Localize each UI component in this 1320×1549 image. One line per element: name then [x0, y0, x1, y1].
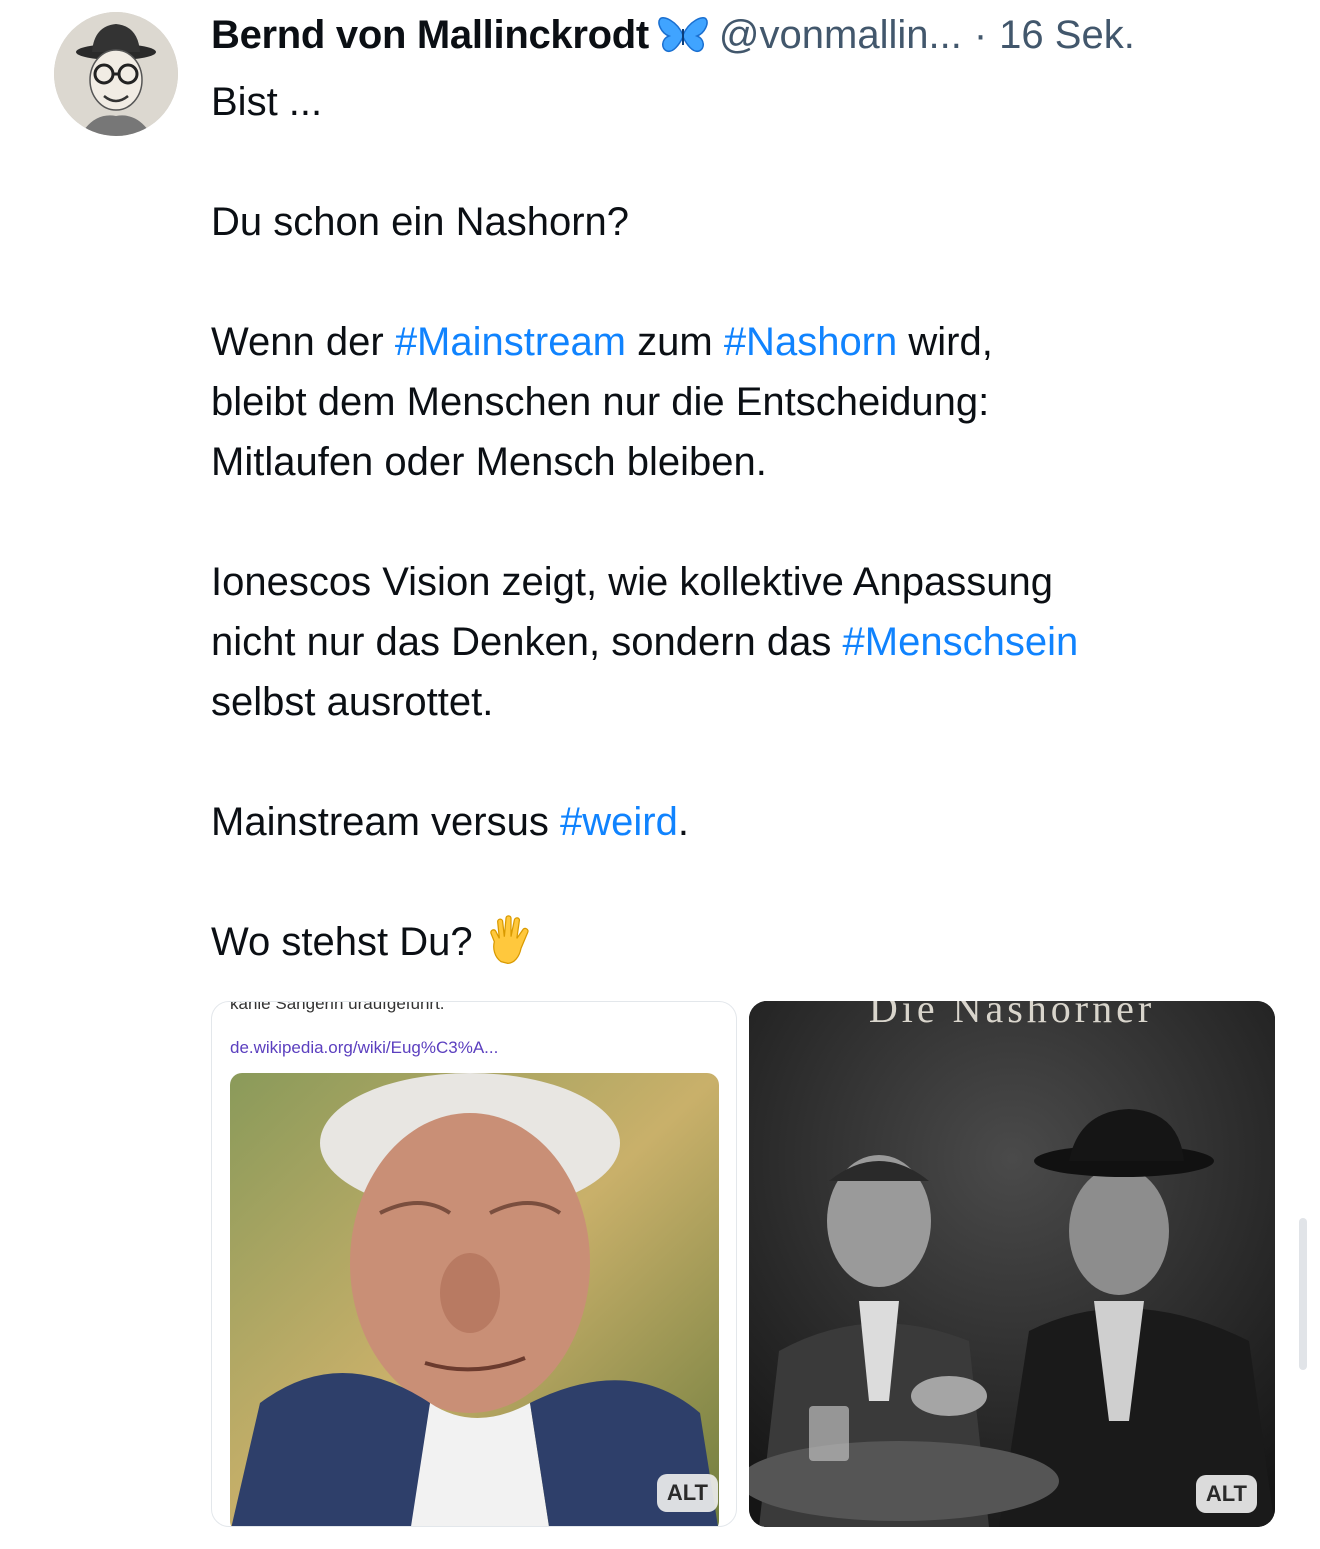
post-timestamp[interactable]: 16 Sek.	[999, 13, 1135, 58]
text-line: Ionescos Vision zeigt, wie kollektive An…	[211, 560, 1053, 604]
alt-text-button[interactable]: ALT	[656, 1474, 718, 1512]
text-line: nicht nur das Denken, sondern das #Mensc…	[211, 620, 1079, 664]
text-line: Wo stehst Du?	[211, 912, 1281, 972]
hashtag-link[interactable]: #Nashorn	[724, 320, 897, 364]
post-header: Bernd von Mallinckrodt @vonmallin... · 1…	[211, 10, 1280, 60]
text-line: Mainstream versus #weird.	[211, 800, 689, 844]
author-name[interactable]: Bernd von Mallinckrodt	[211, 13, 649, 58]
scrollbar[interactable]	[1299, 1218, 1307, 1370]
hashtag-link[interactable]: #Mainstream	[395, 320, 626, 364]
text-line: Wenn der #Mainstream zum #Nashorn wird,	[211, 320, 993, 364]
media-image-left[interactable]: kahle Sängerin uraufgeführt. de.wikipedi…	[211, 1001, 737, 1527]
text-line: Mitlaufen oder Mensch bleiben.	[211, 440, 767, 484]
film-title-text: Die Nashörner	[868, 1001, 1156, 1031]
avatar-portrait	[54, 12, 178, 136]
butterfly-icon	[657, 15, 709, 55]
vulcan-salute-emoji	[481, 915, 541, 965]
text-line: bleibt dem Menschen nur die Entscheidung…	[211, 380, 990, 424]
hashtag-link[interactable]: #Menschsein	[843, 620, 1079, 664]
text-line: Du schon ein Nashorn?	[211, 200, 630, 244]
media-image-right[interactable]: Die Nashörner ALT	[749, 1001, 1275, 1527]
alt-text-button[interactable]: ALT	[1195, 1475, 1257, 1513]
film-still-photo	[749, 1001, 1275, 1527]
snippet-text: kahle Sängerin uraufgeführt.	[230, 1001, 445, 1013]
author-avatar[interactable]	[54, 12, 178, 136]
author-handle[interactable]: @vonmallin...	[719, 13, 962, 58]
text-line: Bist ...	[211, 80, 323, 124]
portrait-photo	[230, 1073, 719, 1526]
text-line: selbst ausrottet.	[211, 680, 494, 724]
snippet-link: de.wikipedia.org/wiki/Eug%C3%A...	[230, 1038, 499, 1057]
hashtag-link[interactable]: #weird	[560, 800, 678, 844]
meta-separator: ·	[973, 12, 988, 57]
post-text: Bist ... Du schon ein Nashorn? Wenn der …	[211, 72, 1281, 972]
